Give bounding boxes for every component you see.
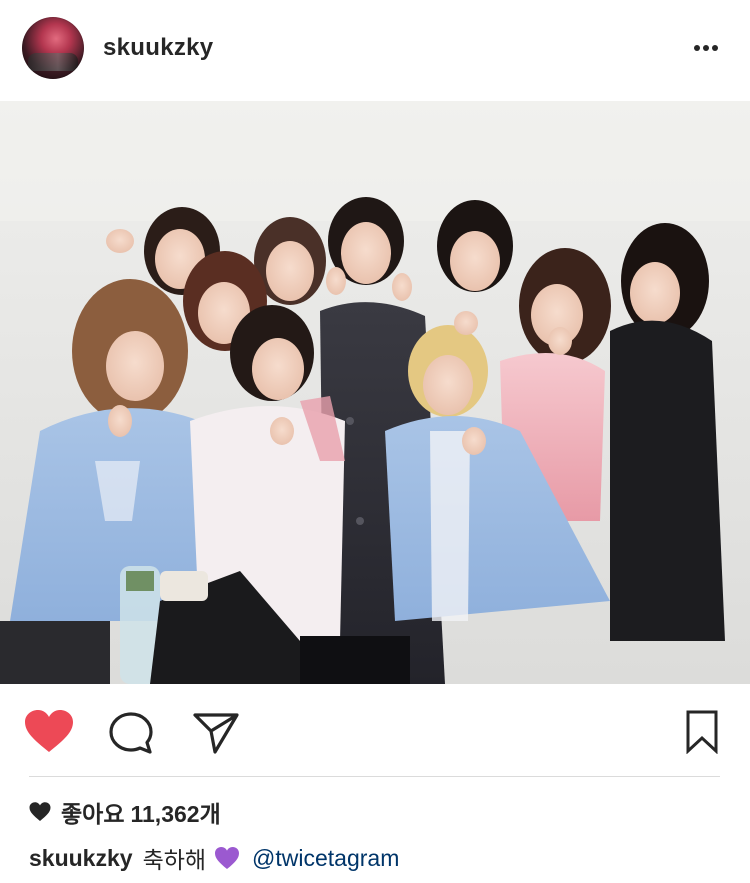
share-button[interactable] bbox=[192, 712, 240, 754]
like-button[interactable] bbox=[24, 710, 74, 754]
section-divider bbox=[29, 776, 720, 777]
send-icon bbox=[193, 713, 239, 754]
post-header: skuukzky bbox=[0, 0, 750, 101]
heart-small-icon bbox=[29, 802, 51, 821]
caption: skuukzky 축하해 @twicetagram bbox=[29, 841, 399, 875]
comment-button[interactable] bbox=[108, 711, 154, 755]
comment-icon bbox=[109, 712, 153, 754]
more-dot-icon bbox=[694, 45, 700, 51]
more-options-button[interactable] bbox=[686, 30, 726, 66]
heart-filled-icon bbox=[25, 710, 73, 752]
likes-count: 11,362개 bbox=[130, 801, 221, 827]
post-username[interactable]: skuukzky bbox=[103, 32, 213, 64]
likes-row[interactable]: 좋아요 11,362개 bbox=[29, 796, 221, 828]
post-photo[interactable] bbox=[0, 101, 750, 684]
purple-heart-icon bbox=[215, 847, 240, 869]
likes-label: 좋아요 bbox=[61, 801, 125, 827]
action-bar bbox=[0, 684, 750, 776]
caption-username[interactable]: skuukzky bbox=[29, 845, 133, 872]
caption-text: 축하해 bbox=[142, 847, 207, 873]
more-dot-icon bbox=[703, 45, 709, 51]
more-dot-icon bbox=[712, 45, 718, 51]
bookmark-icon bbox=[686, 710, 718, 755]
save-button[interactable] bbox=[686, 710, 718, 755]
mention-link[interactable]: @twicetagram bbox=[252, 845, 399, 872]
group-photo-illustration bbox=[0, 101, 750, 684]
avatar[interactable] bbox=[22, 17, 84, 79]
